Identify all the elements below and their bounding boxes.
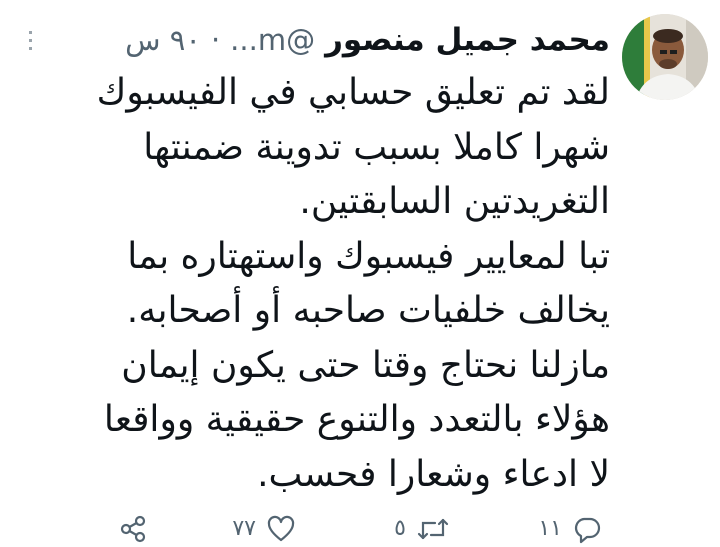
reply-button[interactable]: ١١ [538, 510, 602, 547]
reply-count: ١١ [538, 516, 562, 541]
tweet-text: لقد تم تعليق حسابي في الفيسبوك شهرا كامل… [10, 66, 610, 502]
tweet[interactable]: محمد جميل منصور @m... · ٩٠ س لقد تم تعلي… [0, 0, 720, 547]
share-icon [120, 515, 146, 542]
tweet-text-line: لا ادعاء وشعارا فحسب. [257, 453, 610, 495]
retweet-count: ٥ [394, 516, 406, 541]
avatar-image [622, 14, 708, 100]
avatar[interactable] [622, 14, 708, 100]
share-button[interactable] [118, 510, 148, 547]
tweet-actions: ١١ ٥ ٧٧ [0, 510, 720, 547]
tweet-text-line: لقد تم تعليق حسابي في الفيسبوك [96, 72, 610, 113]
tweet-text-line: هؤلاء بالتعدد والتنوع حقيقية وواقعا [103, 399, 610, 440]
author-name[interactable]: محمد جميل منصور [325, 22, 610, 58]
retweet-icon [417, 518, 449, 539]
tweet-text-line: تبا لمعايير فيسبوك واستهتاره بما [127, 235, 610, 277]
retweet-button[interactable]: ٥ [394, 510, 450, 547]
tweet-text-line: يخالف خلفيات صاحبه أو أصحابه. [126, 290, 610, 331]
tweet-text-line: شهرا كاملا بسبب تدوينة ضمنتها [143, 126, 610, 168]
author-handle[interactable]: @m... [230, 23, 315, 57]
more-options-button[interactable] [18, 24, 44, 56]
tweet-header: محمد جميل منصور @m... · ٩٠ س [20, 14, 610, 66]
header-separator: · [210, 23, 221, 57]
heart-icon [267, 515, 295, 541]
like-button[interactable]: ٧٧ [232, 510, 296, 547]
more-dots-icon [29, 31, 32, 50]
tweet-text-line: مازلنا نحتاج وقتا حتى يكون إيمان [121, 344, 610, 386]
like-count: ٧٧ [232, 516, 256, 541]
reply-icon [574, 517, 601, 543]
tweet-text-line: التغريدتين السابقتين. [299, 181, 610, 222]
timestamp[interactable]: ٩٠ س [125, 23, 201, 57]
